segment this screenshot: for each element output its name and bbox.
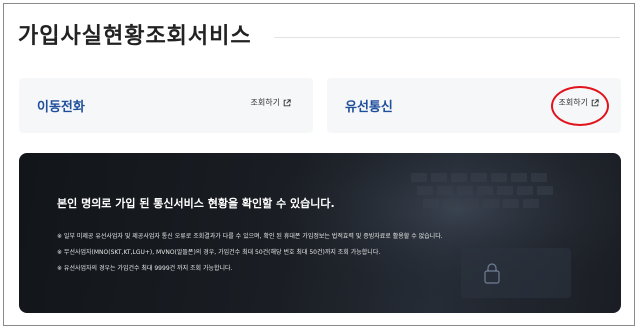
external-link-icon	[283, 98, 291, 106]
notice-text: ※ 유선사업자의 경우는 가입건수 최대 9999건 까지 조회 가능합니다.	[57, 265, 233, 272]
banner-heading: 본인 명의로 가입 된 통신서비스 현황을 확인할 수 있습니다.	[57, 197, 335, 210]
card-label-wired: 유선통신	[345, 100, 393, 115]
notice-text: ※ 무선사업자(MNO(SKT,KT,LGU+), MVNO(알뜰폰)의 경우,…	[57, 249, 381, 256]
highlight-annotation-circle	[551, 86, 609, 126]
notice-text: ※ 일부 미제공 유선사업자 및 제공사업자 통신 오류로 조회결과가 다를 수…	[57, 233, 443, 240]
inquiry-link-label: 조회하기	[250, 98, 280, 107]
info-banner: 본인 명의로 가입 된 통신서비스 현황을 확인할 수 있습니다. ※ 일부 미…	[19, 153, 621, 313]
card-mobile-phone[interactable]: 이동전화 조회하기	[19, 78, 313, 133]
card-label-mobile: 이동전화	[37, 100, 85, 115]
page-title: 가입사실현황조회서비스	[18, 24, 252, 49]
title-divider	[274, 37, 620, 38]
inquiry-link-mobile[interactable]: 조회하기	[251, 97, 291, 108]
